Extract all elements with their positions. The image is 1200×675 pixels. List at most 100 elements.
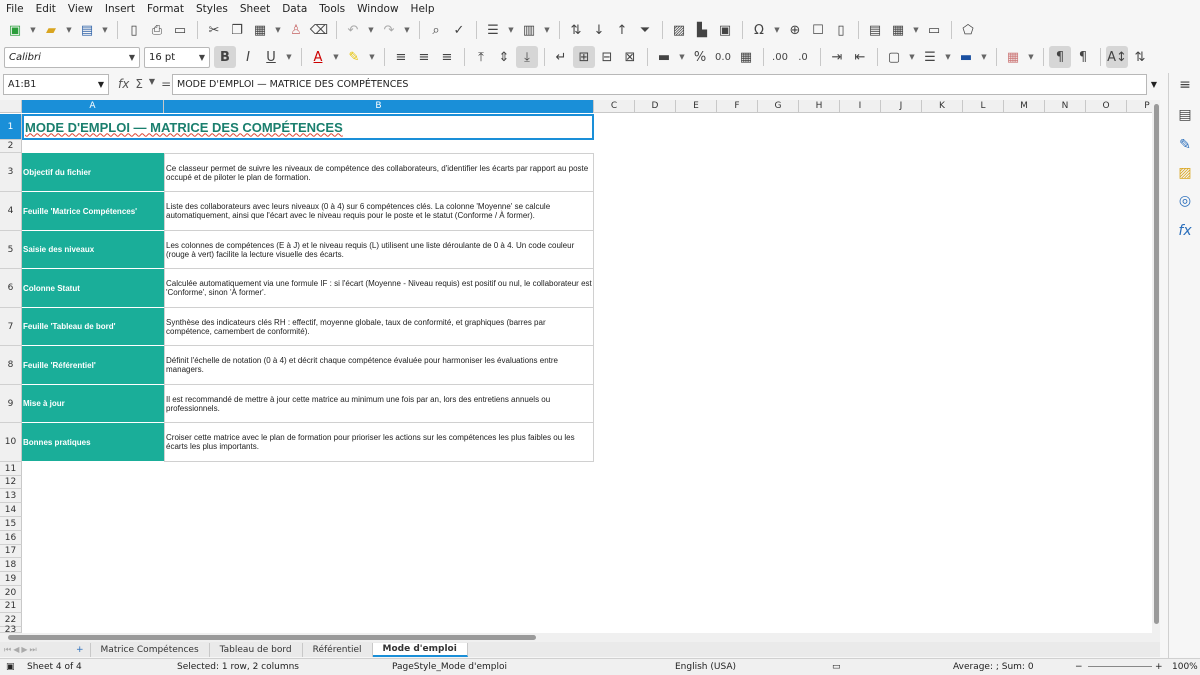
underline-dropdown-icon[interactable]: ▼ [283, 46, 295, 68]
highlight-dropdown-icon[interactable]: ▼ [366, 46, 378, 68]
description-cell[interactable]: Ce classeur permet de suivre les niveaux… [164, 153, 594, 192]
column-header[interactable]: G [758, 100, 799, 113]
label-cell[interactable]: Objectif du fichier [22, 153, 164, 192]
wrap-text-icon[interactable]: ↵ [550, 46, 572, 68]
menu-tools[interactable]: Tools [313, 3, 351, 15]
row-header[interactable]: 19 [0, 572, 22, 586]
column-header[interactable]: M [1004, 100, 1045, 113]
title-cell[interactable]: MODE D'EMPLOI — MATRICE DES COMPÉTENCES [22, 114, 594, 140]
column-header[interactable]: F [717, 100, 758, 113]
column-header[interactable]: N [1045, 100, 1086, 113]
open-icon[interactable]: ▰ [40, 19, 62, 41]
cut-icon[interactable]: ✂ [203, 19, 225, 41]
increase-indent-icon[interactable]: ⇥ [826, 46, 848, 68]
insert-chart-icon[interactable]: ▙ [691, 19, 713, 41]
autofilter-icon[interactable]: ⏷ [634, 19, 656, 41]
column-header[interactable]: H [799, 100, 840, 113]
row-header[interactable]: 8 [0, 346, 22, 385]
new-icon[interactable]: ▣ [4, 19, 26, 41]
highlight-color-icon[interactable]: ✎ [343, 46, 365, 68]
undo-icon[interactable]: ↶ [342, 19, 364, 41]
last-sheet-icon[interactable]: ⏭ [30, 645, 37, 655]
sidebar-menu-icon[interactable]: ≡ [1175, 75, 1195, 95]
freeze-rows-icon[interactable]: ▦ [887, 19, 909, 41]
menu-data[interactable]: Data [276, 3, 313, 15]
save-icon[interactable]: ▤ [76, 19, 98, 41]
styles-icon[interactable]: ✎ [1175, 135, 1195, 155]
tab-referentiel[interactable]: Référentiel [303, 642, 373, 657]
row-header[interactable]: 13 [0, 489, 22, 503]
label-cell[interactable]: Feuille 'Matrice Compétences' [22, 192, 164, 231]
align-center-icon[interactable]: ≡ [413, 46, 435, 68]
row-header[interactable]: 9 [0, 385, 22, 423]
row-header[interactable]: 12 [0, 476, 22, 489]
special-character-dropdown-icon[interactable]: ▼ [771, 19, 783, 41]
function-wizard-icon[interactable]: fx [118, 77, 129, 91]
underline-icon[interactable]: U [260, 46, 282, 68]
row-header[interactable]: 1 [0, 114, 22, 140]
language[interactable]: English (USA) [675, 662, 736, 672]
special-character-icon[interactable]: Ω [748, 19, 770, 41]
column-dropdown-icon[interactable]: ▼ [541, 19, 553, 41]
zoom-slider[interactable] [1088, 666, 1152, 667]
column-header[interactable]: D [635, 100, 676, 113]
menu-edit[interactable]: Edit [30, 3, 62, 15]
hyperlink-icon[interactable]: ⊕ [784, 19, 806, 41]
copy-icon[interactable]: ❐ [226, 19, 248, 41]
gallery-icon[interactable]: ▨ [1175, 163, 1195, 183]
new-dropdown-icon[interactable]: ▼ [27, 19, 39, 41]
delete-decimal-icon[interactable]: .0 [792, 46, 814, 68]
row-header[interactable]: 4 [0, 192, 22, 231]
tab-matrice-competences[interactable]: Matrice Compétences [91, 642, 210, 657]
date-format-icon[interactable]: ▦ [735, 46, 757, 68]
label-cell[interactable]: Saisie des niveaux [22, 231, 164, 269]
row-header[interactable]: 20 [0, 586, 22, 600]
font-name-combo[interactable]: Calibri ▼ [4, 46, 140, 68]
functions-icon[interactable]: fx [1175, 221, 1195, 241]
text-orientation-icon[interactable]: ⇅ [1129, 46, 1151, 68]
vertical-scroll-thumb[interactable] [1154, 104, 1159, 624]
row-header[interactable]: 11 [0, 462, 22, 476]
clear-formatting-icon[interactable]: ⌫ [308, 19, 330, 41]
add-sheet-icon[interactable]: + [70, 642, 91, 657]
next-sheet-icon[interactable]: ▶ [21, 645, 27, 654]
number-format-icon[interactable]: 0.0 [712, 46, 734, 68]
font-size-combo[interactable]: 16 pt ▼ [144, 46, 210, 68]
zoom-in-icon[interactable]: + [1155, 662, 1163, 672]
border-color-dropdown-icon[interactable]: ▼ [978, 46, 990, 68]
borders-icon[interactable]: ▢ [883, 46, 905, 68]
row-header[interactable]: 10 [0, 423, 22, 462]
font-color-icon[interactable]: A [307, 46, 329, 68]
label-cell[interactable]: Feuille 'Référentiel' [22, 346, 164, 385]
find-replace-icon[interactable]: ⌕ [425, 19, 447, 41]
column-header[interactable]: L [963, 100, 1004, 113]
row-header[interactable]: 18 [0, 558, 22, 572]
first-sheet-icon[interactable]: ⏮ [4, 645, 11, 655]
text-direction-ltr-icon[interactable]: ¶ [1049, 46, 1071, 68]
sort-descending-icon[interactable]: ↑ [611, 19, 633, 41]
menu-styles[interactable]: Styles [190, 3, 234, 15]
open-dropdown-icon[interactable]: ▼ [63, 19, 75, 41]
spreadsheet-grid[interactable]: A B C D E F G H I J K L M N O P 1 2 3 4 … [0, 100, 1160, 633]
label-cell[interactable]: Bonnes pratiques [22, 423, 164, 462]
column-header[interactable]: I [840, 100, 881, 113]
pivot-table-icon[interactable]: ▣ [714, 19, 736, 41]
row-header[interactable]: 2 [0, 140, 22, 153]
description-cell[interactable]: Calculée automatiquement via une formule… [164, 269, 594, 308]
insert-image-icon[interactable]: ▨ [668, 19, 690, 41]
corner-select-all[interactable] [0, 100, 22, 113]
print-icon[interactable]: ⎙ [146, 19, 168, 41]
description-cell[interactable]: Définit l'échelle de notation (0 à 4) et… [164, 346, 594, 385]
font-color-dropdown-icon[interactable]: ▼ [330, 46, 342, 68]
page-style[interactable]: PageStyle_Mode d'emploi [392, 662, 507, 672]
zoom-out-icon[interactable]: − [1075, 662, 1083, 672]
percent-format-icon[interactable]: % [689, 46, 711, 68]
add-decimal-icon[interactable]: .00 [769, 46, 791, 68]
description-cell[interactable]: Synthèse des indicateurs clés RH : effec… [164, 308, 594, 346]
menu-help[interactable]: Help [405, 3, 441, 15]
row-icon[interactable]: ☰ [482, 19, 504, 41]
column-header[interactable]: J [881, 100, 922, 113]
formula-icon[interactable]: = [161, 77, 171, 91]
expand-formula-icon[interactable]: ▼ [1147, 74, 1161, 95]
text-direction-rtl-icon[interactable]: ¶ [1072, 46, 1094, 68]
